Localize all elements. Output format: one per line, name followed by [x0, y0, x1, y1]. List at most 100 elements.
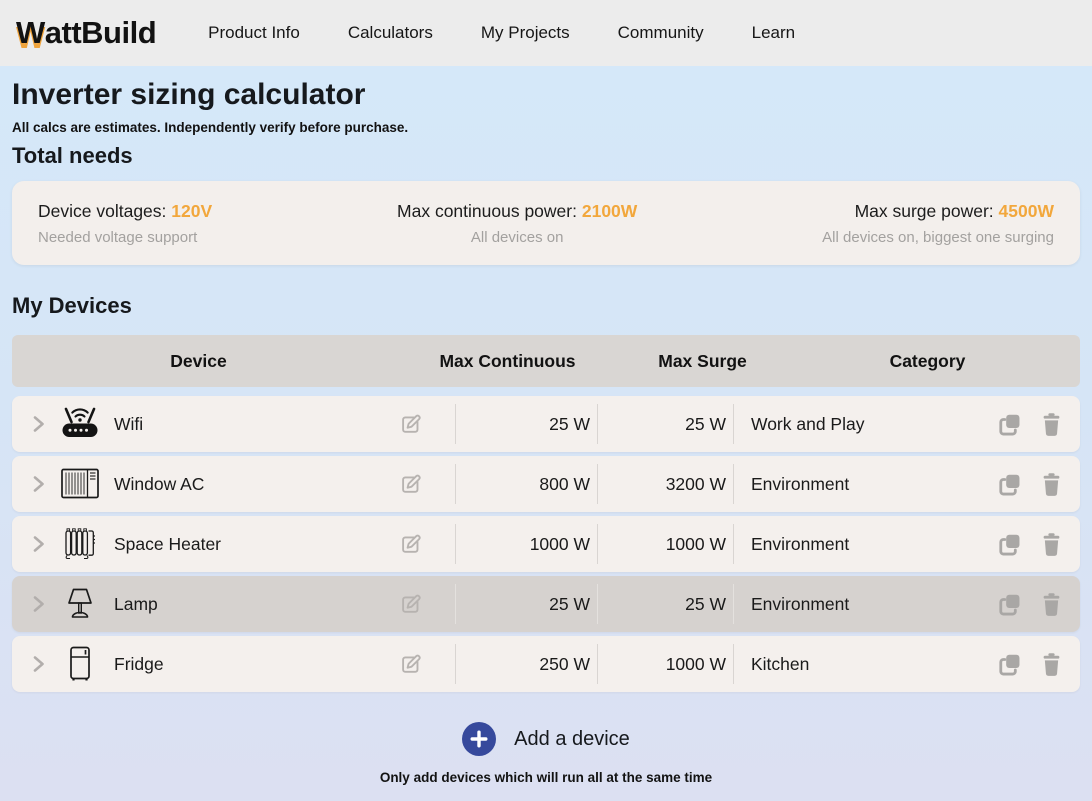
category-value: Environment — [751, 474, 849, 495]
table-row[interactable]: Space Heater 1000 W 1000 W Environment — [12, 516, 1080, 572]
category-cell: Kitchen — [733, 636, 1080, 692]
device-cell: Lamp — [12, 576, 455, 632]
category-value: Kitchen — [751, 654, 809, 675]
stat-max-continuous-power: Max continuous power: 2100W All devices … — [397, 201, 637, 246]
stat-line: Max surge power: 4500W — [822, 201, 1054, 222]
table-row[interactable]: Wifi 25 W 25 W Work and Play — [12, 396, 1080, 452]
max-surge-value: 1000 W — [597, 516, 733, 572]
device-name: Window AC — [114, 474, 204, 495]
device-icon — [56, 465, 104, 503]
stat-value: 2100W — [582, 201, 637, 221]
add-device-note: Only add devices which will run all at t… — [12, 770, 1080, 785]
max-continuous-value: 25 W — [455, 576, 597, 632]
device-icon — [56, 525, 104, 563]
edit-icon[interactable] — [398, 472, 423, 497]
trash-icon[interactable] — [1039, 411, 1064, 438]
column-header-device: Device — [12, 351, 385, 372]
device-icon — [56, 645, 104, 683]
top-navigation-bar: WWattBuild Product Info Calculators My P… — [0, 0, 1092, 66]
edit-icon[interactable] — [398, 592, 423, 617]
device-cell: Window AC — [12, 456, 455, 512]
column-header-max-surge: Max Surge — [630, 351, 775, 372]
table-row[interactable]: Window AC 800 W 3200 W Environment — [12, 456, 1080, 512]
my-devices-heading: My Devices — [12, 293, 1080, 319]
logo-w-mark: WW — [16, 15, 45, 51]
max-continuous-value: 800 W — [455, 456, 597, 512]
duplicate-icon[interactable] — [996, 471, 1023, 498]
add-device-label: Add a device — [514, 728, 630, 751]
device-table-body: Wifi 25 W 25 W Work and Play — [12, 396, 1080, 692]
nav-item-my-projects[interactable]: My Projects — [457, 13, 594, 53]
device-icon — [56, 405, 104, 443]
page-title: Inverter sizing calculator — [12, 66, 1080, 112]
category-value: Environment — [751, 534, 849, 555]
wattbuild-logo[interactable]: WWattBuild — [16, 15, 156, 51]
edit-icon[interactable] — [398, 532, 423, 557]
device-name: Space Heater — [114, 534, 221, 555]
chevron-right-icon[interactable] — [28, 473, 48, 495]
trash-icon[interactable] — [1039, 471, 1064, 498]
device-name: Fridge — [114, 654, 164, 675]
edit-icon[interactable] — [398, 412, 423, 437]
category-cell: Environment — [733, 576, 1080, 632]
category-cell: Environment — [733, 456, 1080, 512]
row-actions — [996, 651, 1064, 678]
category-value: Work and Play — [751, 414, 864, 435]
duplicate-icon[interactable] — [996, 411, 1023, 438]
column-header-category: Category — [775, 351, 1080, 372]
trash-icon[interactable] — [1039, 591, 1064, 618]
stat-line: Max continuous power: 2100W — [397, 201, 637, 222]
stat-label: Max surge power: — [855, 201, 994, 221]
row-actions — [996, 531, 1064, 558]
row-actions — [996, 411, 1064, 438]
stat-max-surge-power: Max surge power: 4500W All devices on, b… — [822, 201, 1054, 246]
stat-device-voltages: Device voltages: 120V Needed voltage sup… — [38, 201, 212, 246]
duplicate-icon[interactable] — [996, 591, 1023, 618]
device-table-header: Device Max Continuous Max Surge Category — [12, 335, 1080, 387]
table-row[interactable]: Fridge 250 W 1000 W Kitchen — [12, 636, 1080, 692]
device-name: Lamp — [114, 594, 158, 615]
stat-line: Device voltages: 120V — [38, 201, 212, 222]
add-device-button[interactable]: Add a device — [12, 722, 1080, 756]
stat-label: Max continuous power: — [397, 201, 577, 221]
row-actions — [996, 591, 1064, 618]
chevron-right-icon[interactable] — [28, 413, 48, 435]
nav-item-product-info[interactable]: Product Info — [184, 13, 324, 53]
trash-icon[interactable] — [1039, 531, 1064, 558]
nav-item-learn[interactable]: Learn — [728, 13, 819, 53]
category-value: Environment — [751, 594, 849, 615]
column-header-max-continuous: Max Continuous — [385, 351, 630, 372]
chevron-right-icon[interactable] — [28, 593, 48, 615]
chevron-right-icon[interactable] — [28, 533, 48, 555]
logo-text: attBuild — [45, 15, 156, 50]
stat-value: 120V — [171, 201, 212, 221]
duplicate-icon[interactable] — [996, 531, 1023, 558]
chevron-right-icon[interactable] — [28, 653, 48, 675]
device-name: Wifi — [114, 414, 143, 435]
nav-item-calculators[interactable]: Calculators — [324, 13, 457, 53]
logo-w-black: W — [16, 15, 45, 50]
category-cell: Work and Play — [733, 396, 1080, 452]
max-surge-value: 1000 W — [597, 636, 733, 692]
nav-item-community[interactable]: Community — [594, 13, 728, 53]
plus-icon[interactable] — [462, 722, 496, 756]
device-cell: Space Heater — [12, 516, 455, 572]
device-cell: Fridge — [12, 636, 455, 692]
stat-value: 4500W — [999, 201, 1054, 221]
max-continuous-value: 1000 W — [455, 516, 597, 572]
total-needs-card: Device voltages: 120V Needed voltage sup… — [12, 181, 1080, 265]
stat-label: Device voltages: — [38, 201, 166, 221]
stat-subtext: All devices on, biggest one surging — [822, 229, 1054, 246]
edit-icon[interactable] — [398, 652, 423, 677]
max-continuous-value: 25 W — [455, 396, 597, 452]
table-row[interactable]: Lamp 25 W 25 W Environment — [12, 576, 1080, 632]
main-nav: Product Info Calculators My Projects Com… — [184, 13, 819, 53]
stat-subtext: All devices on — [397, 229, 637, 246]
disclaimer-text: All calcs are estimates. Independently v… — [12, 120, 1080, 135]
total-needs-heading: Total needs — [12, 143, 1080, 169]
device-icon — [56, 585, 104, 623]
duplicate-icon[interactable] — [996, 651, 1023, 678]
category-cell: Environment — [733, 516, 1080, 572]
max-surge-value: 25 W — [597, 576, 733, 632]
trash-icon[interactable] — [1039, 651, 1064, 678]
